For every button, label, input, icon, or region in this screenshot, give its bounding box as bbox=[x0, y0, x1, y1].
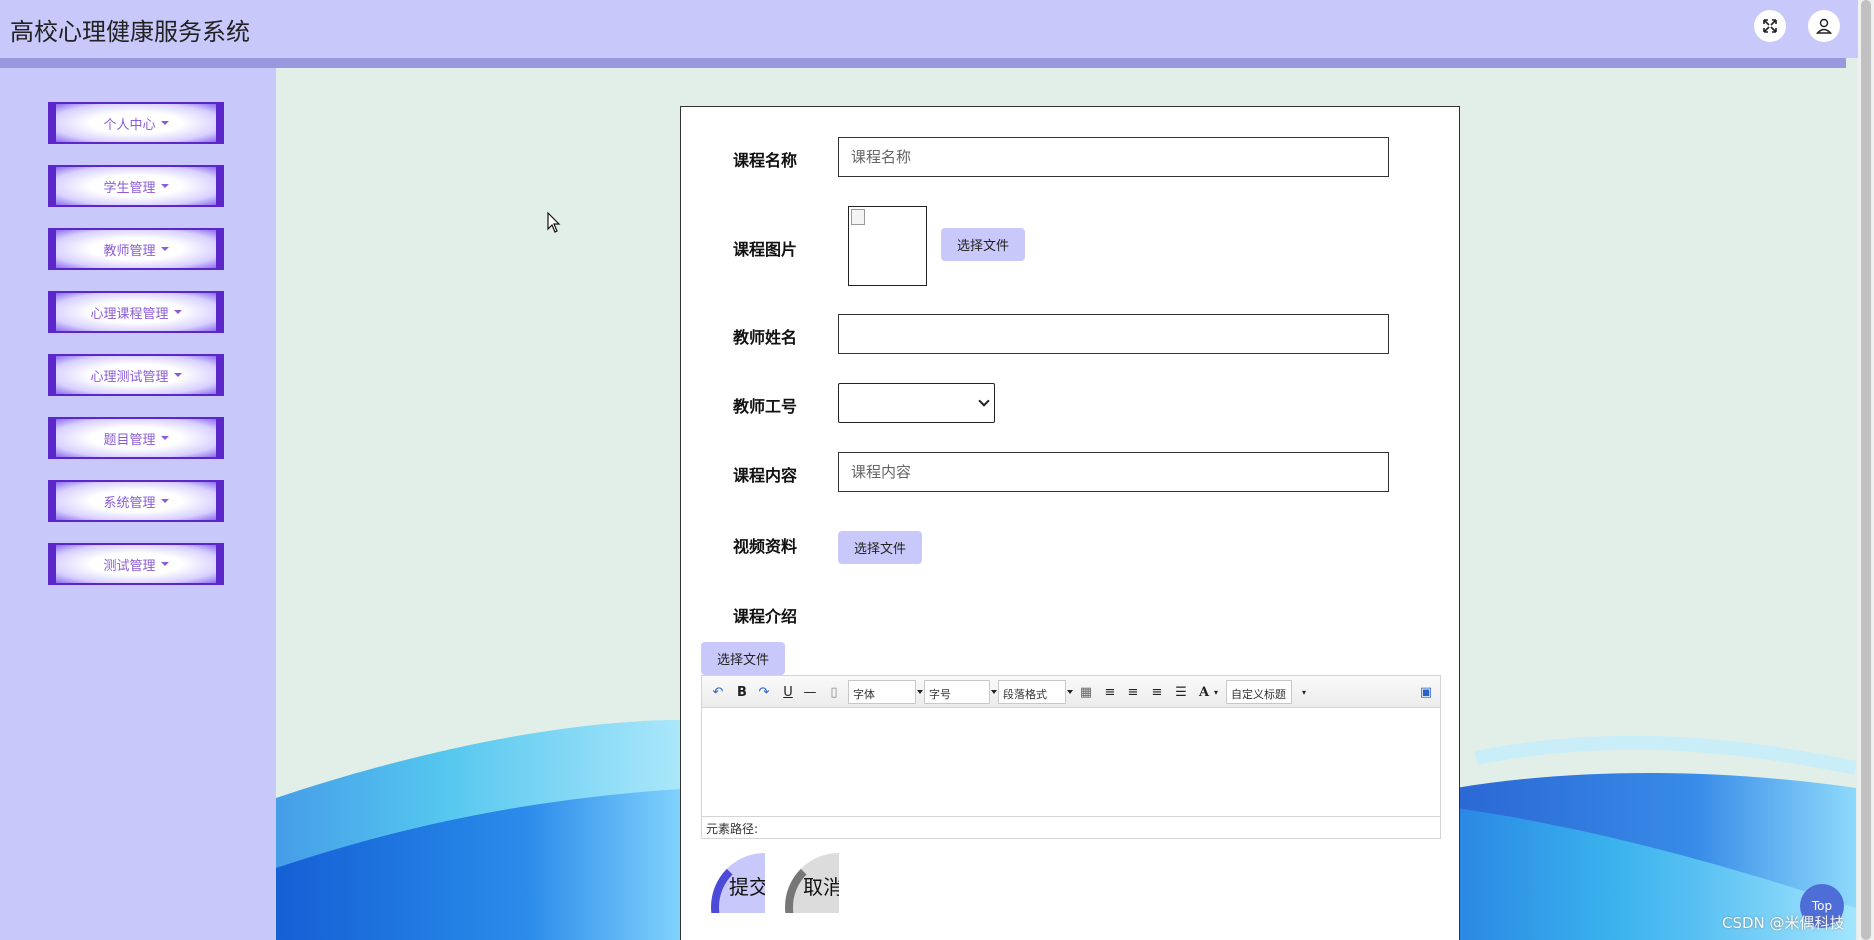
sidebar-item-exam-management[interactable]: 测试管理 bbox=[48, 543, 224, 585]
course-image-upload-button[interactable]: 选择文件 bbox=[941, 228, 1026, 261]
custom-title-label: 自定义标题 bbox=[1231, 688, 1286, 701]
table-icon[interactable]: ▦ bbox=[1078, 684, 1094, 700]
caret-down-icon bbox=[160, 436, 169, 440]
custom-title-select[interactable]: 自定义标题 bbox=[1226, 680, 1292, 704]
caret-down-icon bbox=[160, 247, 169, 251]
course-content-label: 课程内容 bbox=[733, 466, 798, 485]
teacher-id-label: 教师工号 bbox=[733, 397, 798, 416]
user-icon bbox=[1815, 18, 1833, 34]
teacher-name-label: 教师姓名 bbox=[733, 328, 798, 347]
bold-button[interactable]: B bbox=[734, 684, 750, 700]
page-icon[interactable]: ▯ bbox=[826, 684, 842, 700]
redo-icon[interactable]: ↷ bbox=[756, 684, 772, 700]
sidebar-item-student-management[interactable]: 学生管理 bbox=[48, 165, 224, 207]
caret-down-icon bbox=[173, 373, 182, 377]
page-scrollbar[interactable] bbox=[1858, 0, 1874, 940]
app-title: 高校心理健康服务系统 bbox=[10, 18, 250, 46]
cancel-label: 取消 bbox=[803, 875, 839, 899]
sidebar-item-label: 学生管理 bbox=[103, 180, 156, 196]
caret-down-icon bbox=[991, 690, 997, 694]
course-image-label: 课程图片 bbox=[733, 240, 798, 259]
caret-down-icon bbox=[160, 562, 169, 566]
sidebar-item-test-management[interactable]: 心理测试管理 bbox=[48, 354, 224, 396]
caret-down-icon bbox=[160, 499, 169, 503]
sidebar-item-question-management[interactable]: 题目管理 bbox=[48, 417, 224, 459]
sidebar-item-personal-center[interactable]: 个人中心 bbox=[48, 102, 224, 144]
paragraph-format-select[interactable]: 段落格式 bbox=[998, 680, 1073, 704]
fullscreen-button[interactable] bbox=[1754, 10, 1786, 42]
caret-down-icon[interactable]: ▾ bbox=[1296, 684, 1312, 700]
sidebar-item-label: 个人中心 bbox=[103, 117, 156, 133]
font-size-label: 字号 bbox=[929, 688, 951, 701]
font-size-select[interactable]: 字号 bbox=[924, 680, 997, 704]
course-name-input[interactable] bbox=[838, 137, 1389, 177]
teacher-name-input[interactable] bbox=[838, 314, 1389, 354]
video-upload-button[interactable]: 选择文件 bbox=[838, 531, 923, 564]
editor-content-area[interactable] bbox=[702, 708, 1440, 806]
submit-label: 提交 bbox=[729, 875, 765, 899]
sidebar-item-label: 教师管理 bbox=[103, 243, 156, 259]
caret-down-icon bbox=[917, 690, 923, 694]
header-bar: 高校心理健康服务系统 bbox=[0, 0, 1874, 58]
intro-upload-button[interactable]: 选择文件 bbox=[701, 642, 786, 675]
align-justify-icon[interactable]: ☰ bbox=[1173, 684, 1189, 700]
teacher-id-select[interactable] bbox=[838, 383, 995, 423]
editor-toolbar: ↶ B ↷ U — ▯ 字体 字号 段落格式 ▦ ≡ ≡ ≡ ☰ A ▾ 自定义… bbox=[702, 676, 1440, 708]
cancel-button[interactable]: 取消 bbox=[785, 853, 839, 913]
underline-button[interactable]: U bbox=[780, 684, 796, 700]
paragraph-format-label: 段落格式 bbox=[1003, 688, 1047, 701]
user-button[interactable] bbox=[1808, 10, 1840, 42]
sidebar-item-label: 心理测试管理 bbox=[90, 369, 169, 385]
sidebar-item-course-management[interactable]: 心理课程管理 bbox=[48, 291, 224, 333]
caret-down-icon bbox=[160, 184, 169, 188]
sidebar-item-label: 测试管理 bbox=[103, 558, 156, 574]
sidebar-item-label: 题目管理 bbox=[103, 432, 156, 448]
course-form: 课程名称 课程图片 选择文件 教师姓名 教师工号 课程内容 视频资料 选择文件 … bbox=[680, 106, 1460, 940]
caret-down-icon bbox=[1067, 690, 1073, 694]
expand-icon bbox=[1763, 19, 1777, 33]
fullscreen-editor-icon[interactable]: ▣ bbox=[1418, 684, 1434, 700]
horizontal-rule-icon[interactable]: — bbox=[802, 684, 818, 700]
align-center-icon[interactable]: ≡ bbox=[1149, 684, 1165, 700]
align-left-icon[interactable]: ≡ bbox=[1102, 684, 1118, 700]
align-right-icon[interactable]: ≡ bbox=[1125, 684, 1141, 700]
sidebar-item-label: 心理课程管理 bbox=[90, 306, 169, 322]
course-image-preview bbox=[848, 206, 927, 286]
editor-element-path: 元素路径: bbox=[702, 816, 1440, 838]
scrollbar-thumb[interactable] bbox=[1861, 0, 1871, 940]
sidebar-item-label: 系统管理 bbox=[103, 495, 156, 511]
undo-icon[interactable]: ↶ bbox=[710, 684, 726, 700]
mouse-cursor-icon bbox=[547, 212, 561, 233]
caret-down-icon bbox=[160, 121, 169, 125]
sidebar: 个人中心 学生管理 教师管理 心理课程管理 心理测试管理 题目管理 系统管理 测… bbox=[0, 68, 276, 940]
course-name-label: 课程名称 bbox=[733, 151, 798, 170]
watermark: CSDN @米偶科技 bbox=[1722, 914, 1845, 932]
caret-down-icon bbox=[173, 310, 182, 314]
broken-image-icon bbox=[851, 209, 865, 225]
course-intro-label: 课程介绍 bbox=[733, 607, 798, 626]
chevron-down-icon bbox=[978, 395, 990, 407]
caret-down-icon[interactable]: ▾ bbox=[1208, 684, 1224, 700]
font-family-select[interactable]: 字体 bbox=[848, 680, 923, 704]
sidebar-item-system-management[interactable]: 系统管理 bbox=[48, 480, 224, 522]
video-label: 视频资料 bbox=[733, 537, 798, 556]
header-divider bbox=[0, 58, 1846, 68]
course-content-input[interactable] bbox=[838, 452, 1389, 492]
font-family-label: 字体 bbox=[853, 688, 875, 701]
sidebar-item-teacher-management[interactable]: 教师管理 bbox=[48, 228, 224, 270]
submit-button[interactable]: 提交 bbox=[711, 853, 765, 913]
rich-text-editor: ↶ B ↷ U — ▯ 字体 字号 段落格式 ▦ ≡ ≡ ≡ ☰ A ▾ 自定义… bbox=[701, 675, 1441, 839]
